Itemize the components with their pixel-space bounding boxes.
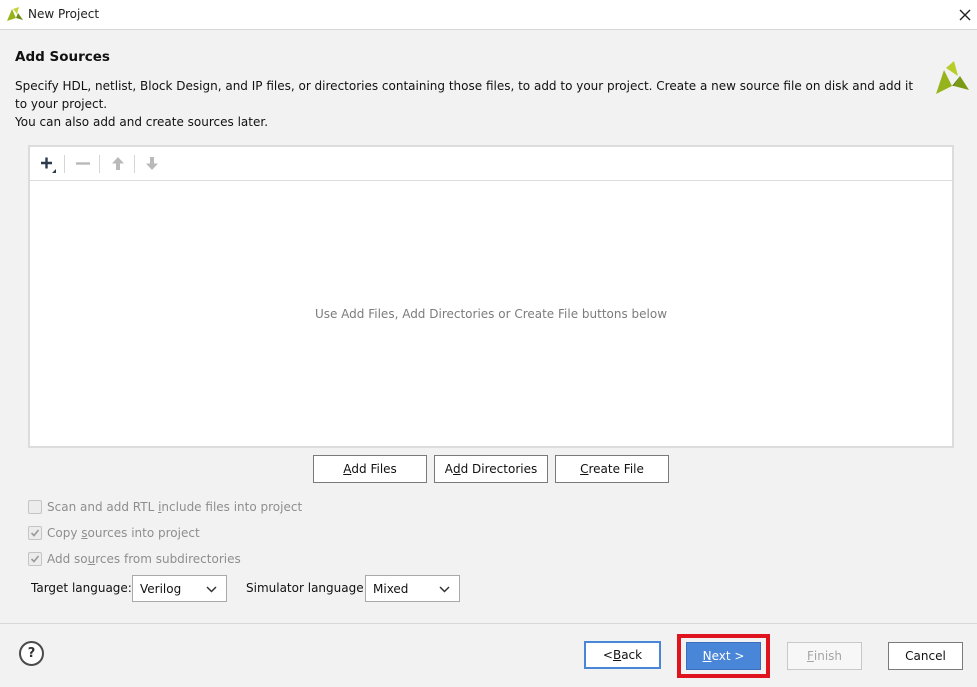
- chevron-down-icon: [206, 586, 217, 593]
- add-sources-button[interactable]: [37, 154, 59, 174]
- cancel-button[interactable]: Cancel: [888, 642, 963, 670]
- close-icon: [959, 9, 971, 21]
- add-directories-button[interactable]: Add Directories: [434, 455, 548, 483]
- empty-list-hint: Use Add Files, Add Directories or Create…: [314, 307, 668, 321]
- button-label: inish: [813, 649, 843, 663]
- arrow-up-icon: [112, 157, 124, 170]
- mnemonic-key: d: [452, 462, 461, 476]
- sources-toolbar: [30, 147, 952, 181]
- page-description: Specify HDL, netlist, Block Design, and …: [15, 77, 920, 131]
- plus-icon: [41, 157, 56, 173]
- button-label: A: [444, 462, 453, 476]
- button-label: dd Files: [351, 462, 397, 476]
- move-up-button[interactable]: [107, 154, 129, 174]
- minus-icon: [76, 162, 90, 165]
- button-label: ext >: [711, 649, 745, 663]
- title-bar: New Project: [0, 0, 977, 30]
- mnemonic-key: B: [612, 648, 622, 662]
- checkmark-icon: [30, 529, 40, 537]
- description-line-2: You can also add and create sources late…: [15, 115, 269, 129]
- add-files-button[interactable]: Add Files: [313, 455, 427, 483]
- simulator-language-select[interactable]: Mixed: [365, 575, 460, 602]
- button-label: reate File: [588, 462, 644, 476]
- vivado-logo-icon: [936, 61, 969, 94]
- simulator-language-label: Simulator language:: [246, 581, 368, 595]
- window-title: New Project: [28, 7, 100, 21]
- target-language-label: Target language:: [31, 581, 132, 595]
- button-label: <: [602, 648, 613, 662]
- back-button[interactable]: < Back: [584, 641, 661, 669]
- scan-rtl-option[interactable]: Scan and add RTL include files into proj…: [28, 498, 302, 516]
- toolbar-separator: [99, 155, 100, 173]
- finish-button[interactable]: Finish: [787, 642, 862, 670]
- create-file-button[interactable]: Create File: [555, 455, 669, 483]
- mnemonic-key: A: [343, 462, 352, 476]
- option-label: Copy sources into project: [47, 526, 200, 540]
- toolbar-separator: [64, 155, 65, 173]
- button-label: ack: [621, 648, 643, 662]
- mnemonic-key: F: [806, 649, 814, 663]
- remove-sources-button[interactable]: [72, 154, 94, 174]
- checkmark-icon: [30, 555, 40, 563]
- vivado-logo-icon: [7, 7, 23, 21]
- select-value: Mixed: [373, 581, 409, 596]
- move-down-button[interactable]: [141, 154, 163, 174]
- copy-sources-option[interactable]: Copy sources into project: [28, 524, 200, 542]
- option-label: Add sources from subdirectories: [47, 552, 241, 566]
- page-title: Add Sources: [15, 49, 110, 65]
- description-line-1: Specify HDL, netlist, Block Design, and …: [15, 79, 914, 111]
- toolbar-separator: [134, 155, 135, 173]
- sources-panel: Use Add Files, Add Directories or Create…: [28, 145, 954, 448]
- mnemonic-key: N: [702, 649, 712, 663]
- copy-sources-checkbox[interactable]: [28, 526, 42, 540]
- select-value: Verilog: [140, 581, 182, 596]
- chevron-down-icon: [439, 586, 450, 593]
- button-label: d Directories: [460, 462, 538, 476]
- arrow-down-icon: [146, 157, 158, 170]
- scan-rtl-checkbox[interactable]: [28, 500, 42, 514]
- add-subdirectories-option[interactable]: Add sources from subdirectories: [28, 550, 241, 568]
- target-language-select[interactable]: Verilog: [132, 575, 227, 602]
- close-button[interactable]: [955, 5, 975, 25]
- help-button[interactable]: ?: [19, 641, 44, 666]
- next-button[interactable]: Next >: [686, 642, 761, 670]
- add-subdirectories-checkbox[interactable]: [28, 552, 42, 566]
- mnemonic-key: C: [580, 462, 589, 476]
- option-label: Scan and add RTL include files into proj…: [47, 500, 303, 514]
